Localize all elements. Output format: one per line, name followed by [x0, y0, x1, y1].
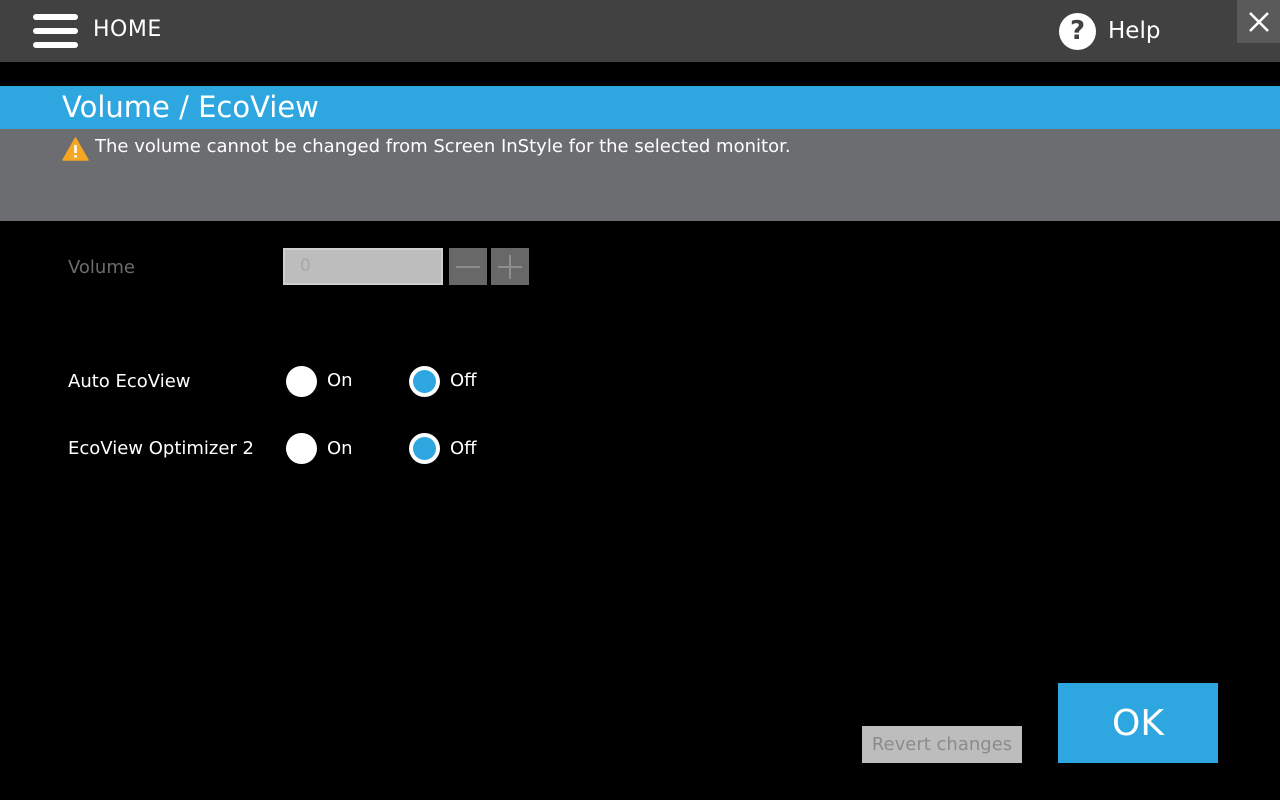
volume-decrease-button[interactable]	[449, 248, 487, 285]
volume-increase-button[interactable]	[491, 248, 529, 285]
title-bar: Volume / EcoView	[0, 86, 1280, 129]
plus-icon	[498, 254, 522, 279]
auto-ecoview-on-label[interactable]: On	[327, 370, 353, 391]
notice-text: The volume cannot be changed from Screen…	[95, 136, 791, 157]
ecoview-optimizer-off-radio[interactable]	[409, 433, 440, 464]
help-icon: ?	[1059, 12, 1096, 50]
ecoview-optimizer-on-label[interactable]: On	[327, 438, 353, 459]
help-label: Help	[1108, 18, 1161, 44]
auto-ecoview-off-label[interactable]: Off	[450, 370, 477, 391]
volume-input[interactable]: 0	[283, 248, 443, 285]
auto-ecoview-label: Auto EcoView	[68, 371, 191, 392]
warning-icon	[62, 137, 89, 161]
minus-icon	[456, 265, 480, 268]
ecoview-optimizer-off-label[interactable]: Off	[450, 438, 477, 459]
ok-button[interactable]: OK	[1058, 683, 1218, 763]
page-title: Volume / EcoView	[62, 90, 319, 124]
auto-ecoview-off-radio[interactable]	[409, 366, 440, 397]
home-link[interactable]: HOME	[93, 17, 162, 42]
close-icon	[1248, 11, 1269, 32]
help-button[interactable]: ? Help	[1059, 12, 1161, 50]
hamburger-menu-icon[interactable]	[33, 14, 78, 48]
volume-label: Volume	[68, 257, 135, 278]
ecoview-optimizer-on-radio[interactable]	[286, 433, 317, 464]
revert-changes-button[interactable]: Revert changes	[862, 726, 1022, 763]
ecoview-optimizer-label: EcoView Optimizer 2	[68, 438, 255, 459]
top-bar: HOME ? Help	[0, 0, 1280, 62]
auto-ecoview-on-radio[interactable]	[286, 366, 317, 397]
close-button[interactable]	[1237, 0, 1280, 43]
notice-banner: The volume cannot be changed from Screen…	[0, 129, 1280, 221]
